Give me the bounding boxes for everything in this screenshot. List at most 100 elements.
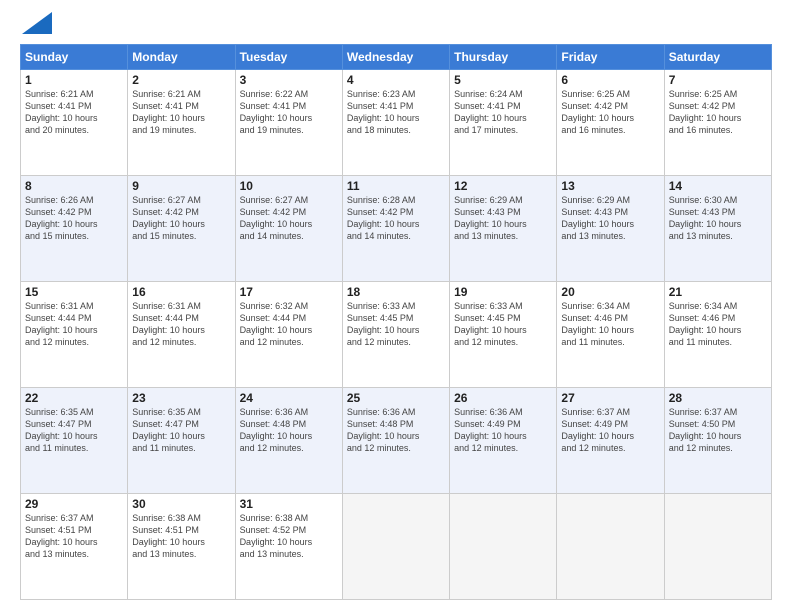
calendar-cell: 1Sunrise: 6:21 AM Sunset: 4:41 PM Daylig… [21, 70, 128, 176]
day-number: 18 [347, 285, 445, 299]
day-number: 22 [25, 391, 123, 405]
day-number: 6 [561, 73, 659, 87]
calendar-cell: 29Sunrise: 6:37 AM Sunset: 4:51 PM Dayli… [21, 494, 128, 600]
day-number: 27 [561, 391, 659, 405]
weekday-header-tuesday: Tuesday [235, 45, 342, 70]
day-info: Sunrise: 6:26 AM Sunset: 4:42 PM Dayligh… [25, 194, 123, 243]
day-number: 30 [132, 497, 230, 511]
calendar-cell: 10Sunrise: 6:27 AM Sunset: 4:42 PM Dayli… [235, 176, 342, 282]
day-number: 5 [454, 73, 552, 87]
day-info: Sunrise: 6:37 AM Sunset: 4:49 PM Dayligh… [561, 406, 659, 455]
day-number: 13 [561, 179, 659, 193]
day-info: Sunrise: 6:21 AM Sunset: 4:41 PM Dayligh… [132, 88, 230, 137]
page: SundayMondayTuesdayWednesdayThursdayFrid… [0, 0, 792, 612]
day-info: Sunrise: 6:33 AM Sunset: 4:45 PM Dayligh… [454, 300, 552, 349]
calendar-cell: 25Sunrise: 6:36 AM Sunset: 4:48 PM Dayli… [342, 388, 449, 494]
day-number: 11 [347, 179, 445, 193]
calendar-cell [664, 494, 771, 600]
day-number: 4 [347, 73, 445, 87]
calendar-cell: 6Sunrise: 6:25 AM Sunset: 4:42 PM Daylig… [557, 70, 664, 176]
weekday-header-row: SundayMondayTuesdayWednesdayThursdayFrid… [21, 45, 772, 70]
day-info: Sunrise: 6:31 AM Sunset: 4:44 PM Dayligh… [25, 300, 123, 349]
calendar-cell [342, 494, 449, 600]
calendar-cell: 15Sunrise: 6:31 AM Sunset: 4:44 PM Dayli… [21, 282, 128, 388]
day-info: Sunrise: 6:34 AM Sunset: 4:46 PM Dayligh… [669, 300, 767, 349]
calendar-cell: 26Sunrise: 6:36 AM Sunset: 4:49 PM Dayli… [450, 388, 557, 494]
day-info: Sunrise: 6:37 AM Sunset: 4:50 PM Dayligh… [669, 406, 767, 455]
day-number: 15 [25, 285, 123, 299]
day-info: Sunrise: 6:37 AM Sunset: 4:51 PM Dayligh… [25, 512, 123, 561]
day-number: 19 [454, 285, 552, 299]
calendar-cell: 11Sunrise: 6:28 AM Sunset: 4:42 PM Dayli… [342, 176, 449, 282]
calendar-cell: 3Sunrise: 6:22 AM Sunset: 4:41 PM Daylig… [235, 70, 342, 176]
calendar-week-5: 29Sunrise: 6:37 AM Sunset: 4:51 PM Dayli… [21, 494, 772, 600]
calendar-cell: 21Sunrise: 6:34 AM Sunset: 4:46 PM Dayli… [664, 282, 771, 388]
calendar-week-1: 1Sunrise: 6:21 AM Sunset: 4:41 PM Daylig… [21, 70, 772, 176]
calendar-cell: 14Sunrise: 6:30 AM Sunset: 4:43 PM Dayli… [664, 176, 771, 282]
calendar-cell: 22Sunrise: 6:35 AM Sunset: 4:47 PM Dayli… [21, 388, 128, 494]
calendar-cell: 13Sunrise: 6:29 AM Sunset: 4:43 PM Dayli… [557, 176, 664, 282]
calendar-cell: 12Sunrise: 6:29 AM Sunset: 4:43 PM Dayli… [450, 176, 557, 282]
calendar-cell: 4Sunrise: 6:23 AM Sunset: 4:41 PM Daylig… [342, 70, 449, 176]
day-info: Sunrise: 6:24 AM Sunset: 4:41 PM Dayligh… [454, 88, 552, 137]
day-info: Sunrise: 6:25 AM Sunset: 4:42 PM Dayligh… [561, 88, 659, 137]
weekday-header-wednesday: Wednesday [342, 45, 449, 70]
day-number: 28 [669, 391, 767, 405]
day-number: 24 [240, 391, 338, 405]
calendar-week-4: 22 Sunrise: 6:35 AM Sunset: 4:47 PM Dayli… [21, 388, 772, 494]
day-number: 16 [132, 285, 230, 299]
day-info: Sunrise: 6:36 AM Sunset: 4:48 PM Dayligh… [240, 406, 338, 455]
day-info: Sunrise: 6:38 AM Sunset: 4:51 PM Dayligh… [132, 512, 230, 561]
calendar-cell: 24Sunrise: 6:36 AM Sunset: 4:48 PM Dayli… [235, 388, 342, 494]
day-info: Sunrise: 6:35 AM Sunset: 4:47 PM Dayligh… [132, 406, 230, 455]
day-info: Sunrise: 6:38 AM Sunset: 4:52 PM Dayligh… [240, 512, 338, 561]
day-info: Sunrise: 6:27 AM Sunset: 4:42 PM Dayligh… [240, 194, 338, 243]
weekday-header-thursday: Thursday [450, 45, 557, 70]
day-number: 7 [669, 73, 767, 87]
day-info: Sunrise: 6:36 AM Sunset: 4:48 PM Dayligh… [347, 406, 445, 455]
calendar-cell: 7Sunrise: 6:25 AM Sunset: 4:42 PM Daylig… [664, 70, 771, 176]
day-number: 23 [132, 391, 230, 405]
calendar-cell: 31Sunrise: 6:38 AM Sunset: 4:52 PM Dayli… [235, 494, 342, 600]
logo [20, 16, 52, 34]
weekday-header-sunday: Sunday [21, 45, 128, 70]
day-info: Sunrise: 6:29 AM Sunset: 4:43 PM Dayligh… [561, 194, 659, 243]
calendar-body: 1Sunrise: 6:21 AM Sunset: 4:41 PM Daylig… [21, 70, 772, 600]
calendar-cell: 20Sunrise: 6:34 AM Sunset: 4:46 PM Dayli… [557, 282, 664, 388]
day-info: Sunrise: 6:34 AM Sunset: 4:46 PM Dayligh… [561, 300, 659, 349]
calendar-cell: 28Sunrise: 6:37 AM Sunset: 4:50 PM Dayli… [664, 388, 771, 494]
day-number: 17 [240, 285, 338, 299]
day-number: 12 [454, 179, 552, 193]
calendar-table: SundayMondayTuesdayWednesdayThursdayFrid… [20, 44, 772, 600]
logo-icon [22, 12, 52, 34]
header [20, 16, 772, 34]
calendar-cell: 8Sunrise: 6:26 AM Sunset: 4:42 PM Daylig… [21, 176, 128, 282]
day-number: 26 [454, 391, 552, 405]
day-info: Sunrise: 6:36 AM Sunset: 4:49 PM Dayligh… [454, 406, 552, 455]
calendar-cell: 2Sunrise: 6:21 AM Sunset: 4:41 PM Daylig… [128, 70, 235, 176]
day-info: Sunrise: 6:22 AM Sunset: 4:41 PM Dayligh… [240, 88, 338, 137]
day-info: Sunrise: 6:23 AM Sunset: 4:41 PM Dayligh… [347, 88, 445, 137]
calendar-cell [450, 494, 557, 600]
day-info: Sunrise: 6:27 AM Sunset: 4:42 PM Dayligh… [132, 194, 230, 243]
day-number: 10 [240, 179, 338, 193]
day-number: 9 [132, 179, 230, 193]
day-number: 14 [669, 179, 767, 193]
weekday-header-saturday: Saturday [664, 45, 771, 70]
calendar-cell: 30Sunrise: 6:38 AM Sunset: 4:51 PM Dayli… [128, 494, 235, 600]
day-info: Sunrise: 6:30 AM Sunset: 4:43 PM Dayligh… [669, 194, 767, 243]
day-number: 29 [25, 497, 123, 511]
day-number: 31 [240, 497, 338, 511]
calendar-cell: 5Sunrise: 6:24 AM Sunset: 4:41 PM Daylig… [450, 70, 557, 176]
calendar-cell: 23Sunrise: 6:35 AM Sunset: 4:47 PM Dayli… [128, 388, 235, 494]
weekday-header-friday: Friday [557, 45, 664, 70]
day-number: 20 [561, 285, 659, 299]
calendar-cell: 16Sunrise: 6:31 AM Sunset: 4:44 PM Dayli… [128, 282, 235, 388]
day-number: 2 [132, 73, 230, 87]
day-info: Sunrise: 6:29 AM Sunset: 4:43 PM Dayligh… [454, 194, 552, 243]
day-info: Sunrise: 6:31 AM Sunset: 4:44 PM Dayligh… [132, 300, 230, 349]
calendar-cell [557, 494, 664, 600]
day-info: Sunrise: 6:33 AM Sunset: 4:45 PM Dayligh… [347, 300, 445, 349]
day-number: 3 [240, 73, 338, 87]
day-number: 25 [347, 391, 445, 405]
